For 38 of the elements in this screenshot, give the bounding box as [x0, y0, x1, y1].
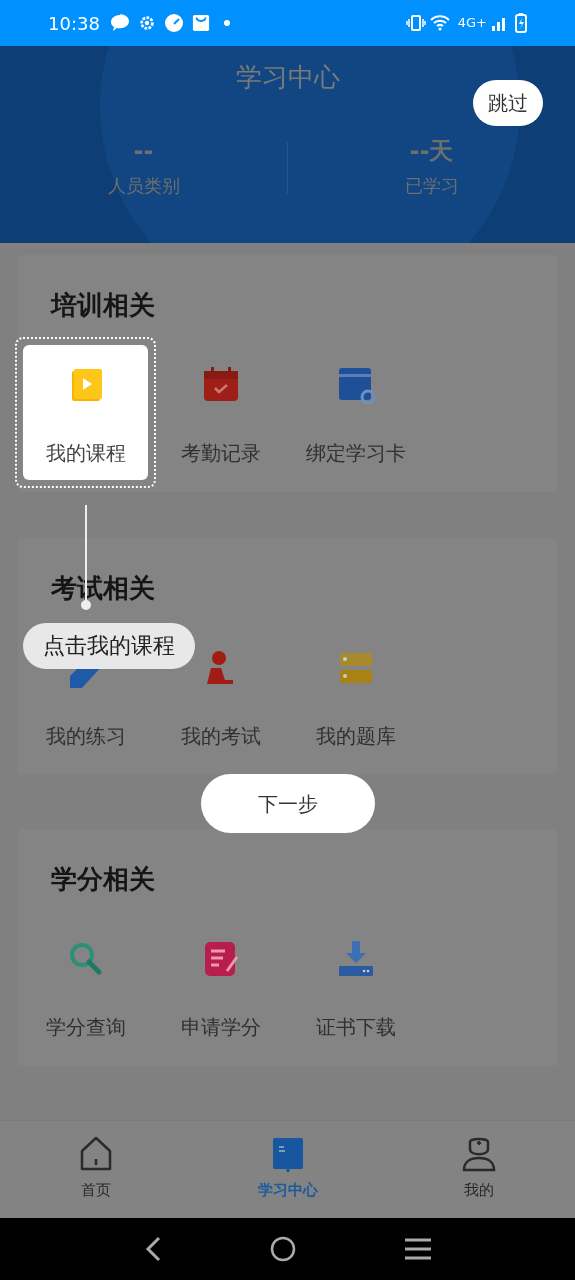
menu-label[interactable]: 我的考试	[180, 722, 261, 750]
menu-label[interactable]: 绑定学习卡	[305, 439, 406, 467]
gear-icon	[137, 14, 156, 32]
stat-value: --	[133, 136, 154, 167]
home-button[interactable]	[269, 1236, 296, 1262]
dot-icon	[223, 20, 230, 26]
network-type: 4G+	[457, 14, 487, 33]
tab-bar-item[interactable]: 首页	[0, 1121, 192, 1218]
wifi-icon	[429, 15, 450, 31]
menu-label[interactable]: 申请学分	[180, 1013, 261, 1041]
menu-label[interactable]: 我的题库	[315, 722, 396, 750]
guide-tooltip: 点击我的课程	[23, 623, 195, 669]
menu-label[interactable]: 我的练习	[45, 722, 126, 750]
menu-label[interactable]: 证书下载	[315, 1013, 396, 1041]
page-title: 学习中心	[234, 61, 341, 94]
tab-bar-item[interactable]: 学习中心	[191, 1121, 384, 1218]
gauge-icon	[163, 13, 184, 33]
menu-icon	[404, 1238, 431, 1260]
next-step-button[interactable]: 下一步	[201, 774, 375, 833]
menu-label[interactable]: 考勤记录	[180, 439, 261, 467]
back-button[interactable]	[144, 1236, 161, 1262]
menu-label[interactable]: 学分查询	[45, 1013, 126, 1041]
section-title: 学分相关	[50, 863, 156, 895]
clock-time: 10:38	[48, 11, 100, 36]
chat-icon	[109, 13, 130, 33]
menu-item[interactable]: 我的课程	[23, 345, 148, 480]
stat-value: --天	[409, 136, 454, 167]
menu-button[interactable]	[404, 1238, 431, 1260]
back-icon	[144, 1236, 161, 1262]
doctor-icon	[461, 1135, 498, 1173]
stat-label: 已学习	[404, 174, 459, 198]
section-title: 培训相关	[49, 289, 156, 321]
bag-icon	[191, 14, 210, 32]
battery-icon	[515, 13, 527, 33]
stat-label: 人员类别	[107, 174, 180, 198]
tab-bar-item[interactable]: 我的	[383, 1121, 575, 1218]
circle-icon	[269, 1236, 296, 1262]
vibrate-icon	[405, 15, 426, 31]
